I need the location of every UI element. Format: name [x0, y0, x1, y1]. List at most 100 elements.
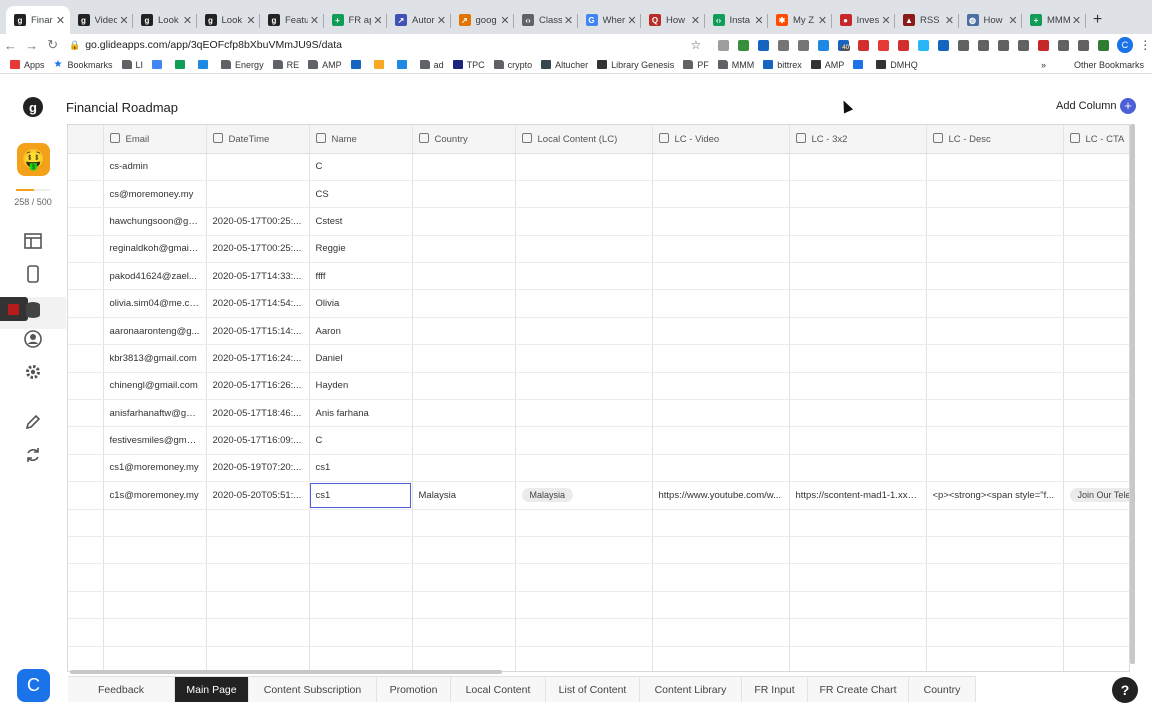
table-cell[interactable] — [926, 235, 1064, 264]
table-cell[interactable] — [103, 646, 207, 671]
table-cell[interactable]: aaronaaronteng@g... — [103, 317, 207, 346]
table-cell[interactable] — [652, 372, 790, 401]
table-cell[interactable] — [412, 426, 516, 455]
extension-icon[interactable] — [773, 37, 793, 53]
browser-tab[interactable]: ↗ goog ✕ — [451, 6, 515, 34]
table-cell[interactable] — [652, 591, 790, 620]
column-header[interactable]: DateTime — [206, 125, 310, 154]
browser-tab[interactable]: g Video ✕ — [70, 6, 134, 34]
table-cell[interactable] — [926, 646, 1064, 671]
table-cell[interactable]: <p><strong><span style="f... — [926, 481, 1064, 510]
sheet-tab[interactable]: Feedback — [68, 677, 175, 702]
extension-icon[interactable] — [913, 37, 933, 53]
bookmark-item[interactable] — [175, 60, 189, 69]
new-tab-button[interactable]: + — [1086, 6, 1110, 34]
bookmark-item[interactable]: Apps — [10, 60, 45, 70]
close-tab-icon[interactable]: ✕ — [373, 14, 383, 27]
table-cell[interactable]: c1s@moremoney.my — [103, 481, 207, 510]
table-cell[interactable]: Hayden — [309, 372, 413, 401]
close-tab-icon[interactable]: ✕ — [1008, 14, 1018, 27]
table-cell[interactable]: festivesmiles@gmai... — [103, 426, 207, 455]
table-cell[interactable] — [412, 317, 516, 346]
table-cell[interactable] — [412, 180, 516, 209]
table-cell[interactable]: Malaysia — [515, 481, 653, 510]
close-tab-icon[interactable]: ✕ — [627, 14, 637, 27]
table-cell[interactable] — [309, 646, 413, 671]
table-cell[interactable] — [515, 235, 653, 264]
table-cell[interactable]: 2020-05-20T05:51:... — [206, 481, 310, 510]
table-cell[interactable] — [103, 591, 207, 620]
table-cell[interactable]: CS — [309, 180, 413, 209]
extension-icon[interactable] — [753, 37, 773, 53]
other-bookmarks[interactable]: » Other Bookmarks — [1041, 60, 1144, 70]
extension-icon[interactable] — [1073, 37, 1093, 53]
bookmark-item[interactable]: DMHQ — [876, 60, 918, 70]
sheet-tab[interactable]: Content Library — [640, 677, 742, 702]
reload-button[interactable]: ↻ — [42, 37, 63, 53]
sheet-tab[interactable]: Content Subscription — [249, 677, 377, 702]
table-cell[interactable] — [1063, 344, 1129, 373]
close-tab-icon[interactable]: ✕ — [754, 14, 764, 27]
vertical-scrollbar[interactable] — [1130, 124, 1135, 664]
table-cell[interactable] — [515, 426, 653, 455]
sheet-tab[interactable]: Promotion — [377, 677, 451, 702]
table-cell[interactable]: 2020-05-17T18:46:... — [206, 399, 310, 428]
table-cell[interactable] — [412, 454, 516, 483]
table-cell[interactable]: ffff — [309, 262, 413, 291]
bookmark-item[interactable] — [373, 60, 388, 69]
edit-pencil-icon[interactable] — [22, 411, 44, 433]
table-cell[interactable] — [412, 344, 516, 373]
browser-tab[interactable]: ◍ How ✕ — [959, 6, 1023, 34]
extension-icon[interactable] — [893, 37, 913, 53]
table-cell[interactable] — [412, 399, 516, 428]
column-header[interactable]: Local Content (LC) — [515, 125, 653, 154]
forward-button[interactable]: → — [21, 38, 42, 53]
table-cell[interactable] — [206, 618, 310, 647]
sheet-tab[interactable]: Main Page — [175, 677, 249, 702]
table-cell[interactable] — [1063, 207, 1129, 236]
extension-icon[interactable] — [713, 37, 733, 53]
bookmark-item[interactable]: Energy — [221, 60, 264, 70]
close-tab-icon[interactable]: ✕ — [437, 14, 447, 27]
table-cell[interactable]: 2020-05-17T16:09:... — [206, 426, 310, 455]
table-cell[interactable] — [515, 289, 653, 318]
table-cell[interactable] — [68, 618, 104, 647]
table-cell[interactable] — [1063, 289, 1129, 318]
table-cell[interactable]: C — [309, 426, 413, 455]
table-cell[interactable] — [515, 646, 653, 671]
table-cell[interactable] — [412, 591, 516, 620]
column-header[interactable]: Country — [412, 125, 516, 154]
browser-tab[interactable]: G Wher ✕ — [578, 6, 642, 34]
table-cell[interactable] — [652, 262, 790, 291]
table-cell[interactable]: C — [309, 153, 413, 181]
table-cell[interactable] — [412, 289, 516, 318]
table-cell[interactable] — [926, 262, 1064, 291]
table-cell[interactable]: 2020-05-17T15:14:... — [206, 317, 310, 346]
extension-icon[interactable] — [793, 37, 813, 53]
close-tab-icon[interactable]: ✕ — [56, 14, 66, 27]
table-cell[interactable]: olivia.sim04@me.com — [103, 289, 207, 318]
bookmarks-overflow[interactable]: » — [1041, 60, 1046, 70]
table-cell[interactable] — [68, 317, 104, 346]
table-cell[interactable] — [515, 536, 653, 565]
table-cell[interactable] — [652, 180, 790, 209]
users-icon[interactable] — [22, 328, 44, 350]
table-cell[interactable]: pakod41624@zael... — [103, 262, 207, 291]
table-cell[interactable] — [926, 289, 1064, 318]
table-cell[interactable]: Aaron — [309, 317, 413, 346]
bookmark-item[interactable] — [350, 60, 365, 69]
table-cell[interactable] — [412, 509, 516, 537]
layout-icon[interactable] — [22, 230, 44, 252]
table-cell[interactable]: 2020-05-17T14:54:... — [206, 289, 310, 318]
close-tab-icon[interactable]: ✕ — [881, 14, 891, 27]
table-cell[interactable] — [926, 591, 1064, 620]
table-cell[interactable] — [926, 317, 1064, 346]
data-editor-tab[interactable] — [0, 297, 66, 329]
table-row[interactable]: reginaldkoh@gmail.... 2020-05-17T00:25:..… — [68, 235, 1129, 264]
table-cell[interactable]: 2020-05-17T00:25:... — [206, 207, 310, 236]
table-row[interactable]: pakod41624@zael... 2020-05-17T14:33:... ff… — [68, 262, 1129, 291]
table-cell[interactable] — [206, 153, 310, 181]
table-cell[interactable] — [789, 289, 927, 318]
browser-tab[interactable]: g Look ✕ — [133, 6, 197, 34]
table-cell[interactable] — [515, 153, 653, 181]
